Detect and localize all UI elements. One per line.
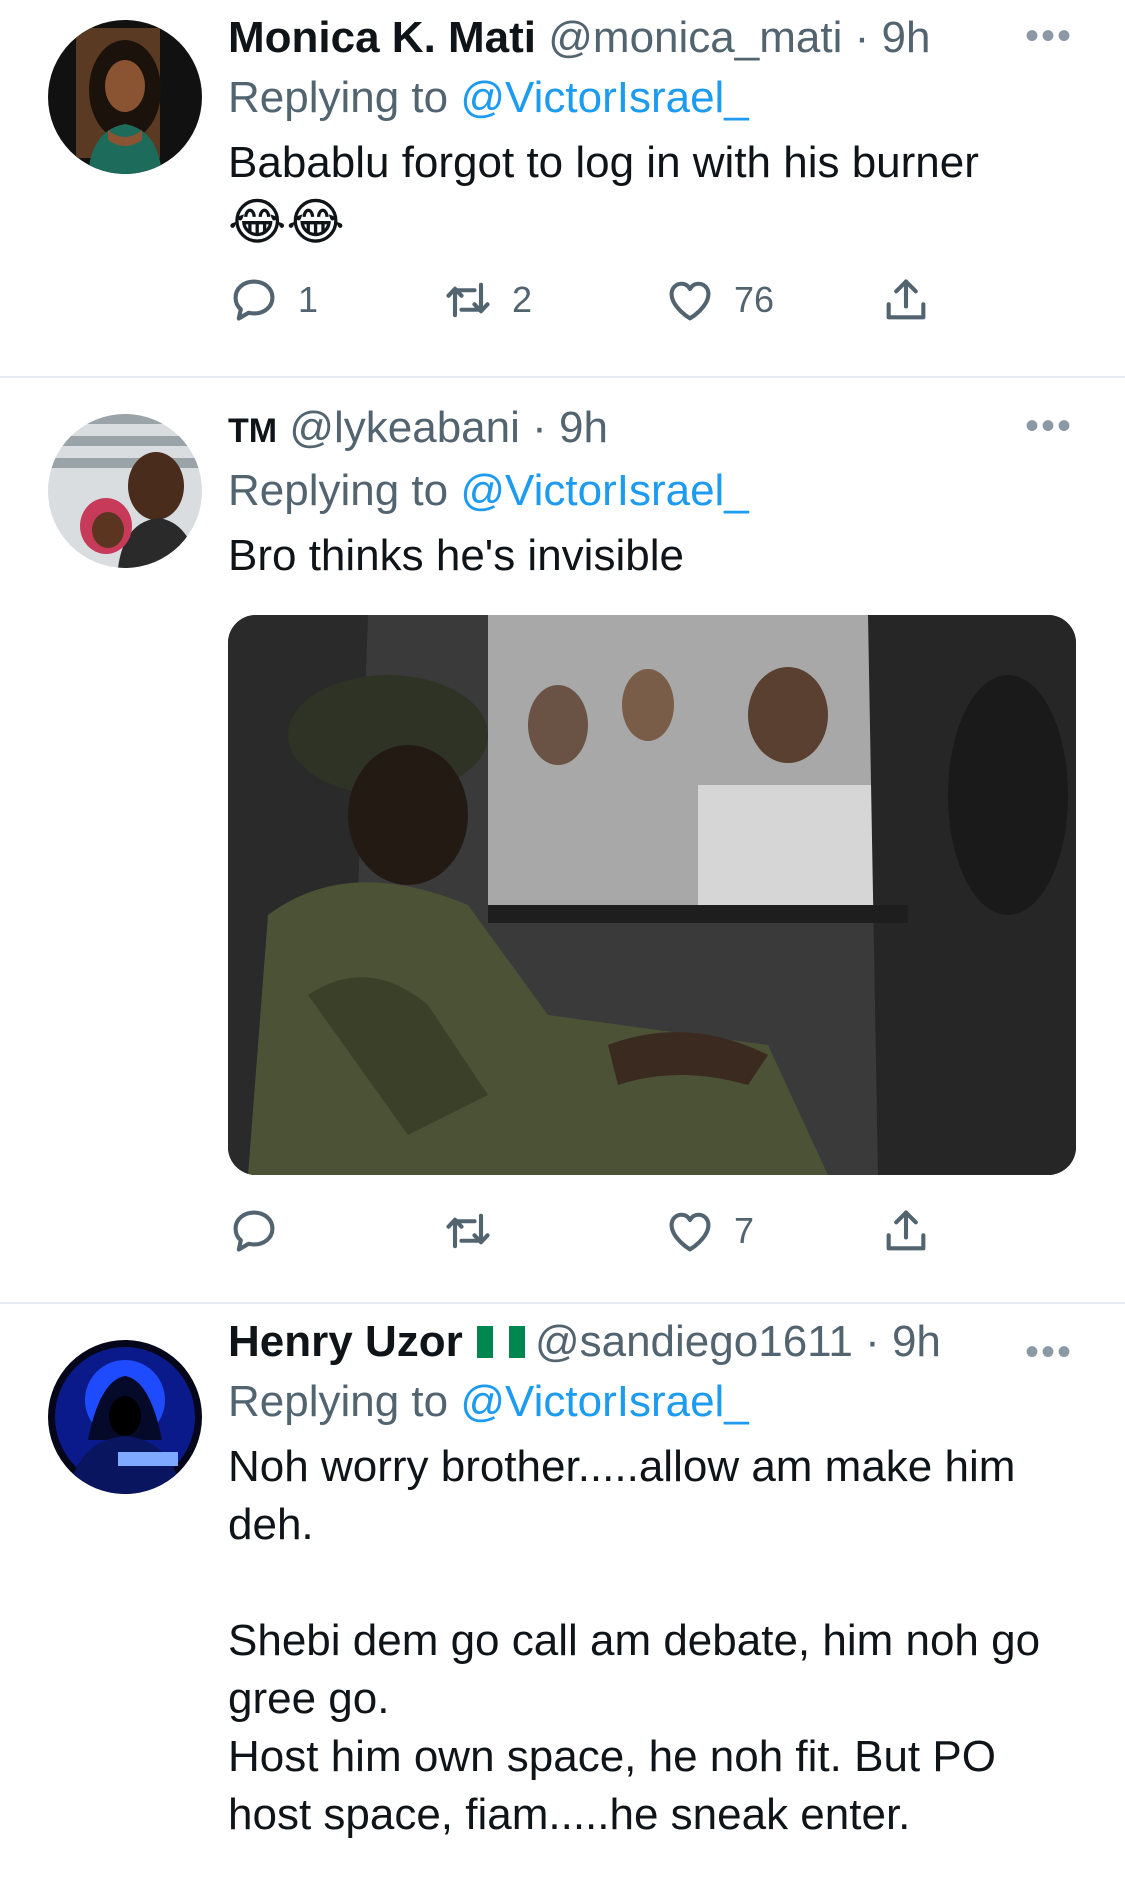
handle[interactable]: @sandiego1611 — [535, 1317, 853, 1366]
reply-icon — [228, 1205, 280, 1257]
tweet-text: Bro thinks he's invisible — [228, 531, 684, 580]
reply-count: 1 — [298, 279, 319, 320]
separator-dot: · — [842, 13, 882, 62]
action-bar: 7 — [228, 1205, 1085, 1261]
tweet-henry[interactable]: ••• Henry Uzor @sandiego1611 · 9h Replyi… — [0, 1304, 1125, 1884]
timestamp[interactable]: 9h — [892, 1317, 941, 1366]
tweet-text: Babablu forgot to log in with his burner — [228, 138, 979, 187]
display-name[interactable]: Monica K. Mati — [228, 13, 536, 62]
reply-button[interactable] — [228, 1205, 280, 1257]
replying-handle-link[interactable]: @VictorIsrael_ — [460, 1377, 748, 1426]
avatar[interactable] — [48, 414, 202, 568]
replying-handle-link[interactable]: @VictorIsrael_ — [460, 466, 748, 515]
replying-prefix: Replying to — [228, 466, 449, 515]
reply-icon — [228, 274, 280, 326]
share-button[interactable] — [880, 1205, 932, 1257]
replying-to: Replying to @VictorIsrael_ — [228, 1374, 1085, 1430]
laughing-emoji: 😂😂 — [228, 194, 345, 250]
replying-handle-link[interactable]: @VictorIsrael_ — [460, 73, 748, 122]
replying-prefix: Replying to — [228, 73, 449, 122]
avatar[interactable] — [48, 1340, 202, 1494]
timestamp[interactable]: 9h — [881, 13, 930, 62]
retweet-count: 2 — [512, 279, 533, 320]
nigeria-flag-icon — [476, 1326, 525, 1358]
share-icon — [880, 274, 932, 326]
handle[interactable]: @monica_mati — [548, 13, 842, 62]
reply-button[interactable]: 1 — [228, 274, 318, 326]
replying-prefix: Replying to — [228, 1377, 449, 1426]
like-button[interactable]: 76 — [664, 274, 774, 326]
replying-to: Replying to @VictorIsrael_ — [228, 463, 1085, 519]
attached-photo[interactable] — [228, 615, 1076, 1175]
display-name[interactable]: Henry Uzor — [228, 1317, 463, 1366]
retweet-button[interactable] — [442, 1205, 494, 1257]
tweet-monica[interactable]: ••• Monica K. Mati @monica_mati · 9h Rep… — [0, 0, 1125, 376]
avatar[interactable] — [48, 20, 202, 174]
like-count: 7 — [734, 1210, 755, 1251]
heart-icon — [664, 274, 716, 326]
separator-dot: · — [519, 403, 560, 452]
separator-dot: · — [852, 1317, 892, 1366]
tweet-tm[interactable]: ••• TM @lykeabani · 9h Replying to @Vict… — [0, 378, 1125, 1302]
display-name[interactable]: TM — [228, 412, 277, 450]
retweet-icon — [442, 1205, 494, 1257]
like-button[interactable]: 7 — [664, 1205, 754, 1257]
tweet-text: Noh worry brother.....allow am make him … — [228, 1442, 1041, 1839]
timestamp[interactable]: 9h — [559, 403, 608, 452]
action-bar: 1 2 76 — [228, 274, 1085, 330]
heart-icon — [664, 1205, 716, 1257]
retweet-button[interactable]: 2 — [442, 274, 532, 326]
share-icon — [880, 1205, 932, 1257]
like-count: 76 — [734, 279, 775, 320]
handle[interactable]: @lykeabani — [289, 403, 520, 452]
share-button[interactable] — [880, 274, 932, 326]
retweet-icon — [442, 274, 494, 326]
replying-to: Replying to @VictorIsrael_ — [228, 70, 1085, 126]
